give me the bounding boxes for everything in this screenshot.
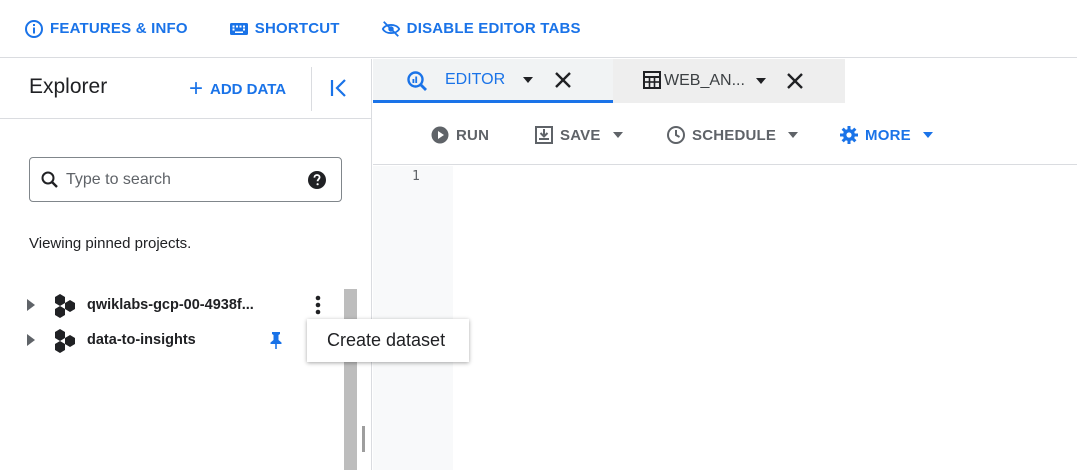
visibility-off-icon xyxy=(381,19,401,39)
project-row[interactable]: qwiklabs-gcp-00-4938f... xyxy=(0,288,340,322)
tab-web-analytics[interactable]: WEB_AN... xyxy=(643,59,843,103)
viewing-pinned-text: Viewing pinned projects. xyxy=(29,235,192,252)
save-button[interactable]: SAVE xyxy=(534,123,623,147)
info-icon xyxy=(24,19,44,39)
more-button[interactable]: MORE xyxy=(839,123,933,147)
shortcut-button[interactable]: SHORTCUT xyxy=(229,11,340,47)
project-row[interactable]: data-to-insights xyxy=(0,323,340,357)
chevron-down-icon[interactable] xyxy=(755,77,767,85)
run-button[interactable]: RUN xyxy=(430,123,489,147)
pin-icon[interactable] xyxy=(266,330,286,350)
explorer-header: Explorer + ADD DATA xyxy=(0,59,371,119)
expand-caret-icon[interactable] xyxy=(24,333,38,347)
features-info-label: FEATURES & INFO xyxy=(50,20,188,37)
scrollbar-track[interactable] xyxy=(344,289,357,470)
query-toolbar: RUN SAVE SCHEDULE MORE xyxy=(373,103,1077,165)
line-number: 1 xyxy=(412,169,420,184)
sql-editor[interactable] xyxy=(453,166,1077,470)
explorer-title: Explorer xyxy=(29,75,108,98)
explorer-panel: Explorer + ADD DATA Viewing pinned proje… xyxy=(0,59,372,470)
search-icon xyxy=(41,171,58,188)
top-bar: FEATURES & INFO SHORTCUT DISABLE EDITOR … xyxy=(0,0,1077,58)
disable-editor-tabs-label: DISABLE EDITOR TABS xyxy=(406,20,581,37)
close-icon[interactable] xyxy=(554,71,572,89)
play-circle-icon xyxy=(431,126,449,144)
save-label: SAVE xyxy=(560,126,601,144)
close-icon[interactable] xyxy=(786,72,804,90)
header-divider xyxy=(311,67,312,111)
keyboard-icon xyxy=(229,19,249,39)
gear-icon xyxy=(840,126,858,144)
project-icon xyxy=(55,329,75,353)
collapse-left-icon xyxy=(330,79,346,97)
project-icon xyxy=(55,294,75,318)
explorer-search xyxy=(29,157,342,202)
run-label: RUN xyxy=(456,126,490,144)
project-name[interactable]: data-to-insights xyxy=(87,332,196,348)
plus-icon: + xyxy=(189,75,204,102)
chevron-down-icon xyxy=(612,132,623,138)
collapse-panel-button[interactable] xyxy=(326,75,352,101)
help-icon[interactable] xyxy=(307,170,327,190)
tab-web-analytics-label: WEB_AN... xyxy=(664,72,745,89)
project-name[interactable]: qwiklabs-gcp-00-4938f... xyxy=(87,297,254,313)
line-number-gutter xyxy=(373,166,453,470)
add-data-button[interactable]: + ADD DATA xyxy=(189,75,286,103)
schedule-button[interactable]: SCHEDULE xyxy=(666,123,799,147)
clock-icon xyxy=(667,126,685,144)
query-icon xyxy=(407,71,427,91)
save-icon xyxy=(535,126,553,144)
chevron-down-icon xyxy=(922,132,933,138)
add-data-label: ADD DATA xyxy=(210,80,287,98)
create-dataset-menu-item[interactable]: Create dataset xyxy=(307,319,469,362)
features-info-button[interactable]: FEATURES & INFO xyxy=(24,11,188,47)
panel-resize-handle[interactable] xyxy=(362,426,365,452)
shortcut-label: SHORTCUT xyxy=(254,20,340,37)
schedule-label: SCHEDULE xyxy=(692,126,777,144)
disable-editor-tabs-button[interactable]: DISABLE EDITOR TABS xyxy=(381,11,581,47)
tab-editor[interactable]: EDITOR xyxy=(373,59,613,103)
chevron-down-icon xyxy=(788,132,799,138)
more-label: MORE xyxy=(865,126,911,144)
more-vert-icon[interactable] xyxy=(308,293,328,317)
tab-editor-label: EDITOR xyxy=(445,70,506,88)
search-input[interactable] xyxy=(66,170,307,189)
editor-tab-bar: EDITOR WEB_AN... xyxy=(373,59,845,103)
chevron-down-icon[interactable] xyxy=(522,76,534,84)
table-icon xyxy=(643,71,661,89)
expand-caret-icon[interactable] xyxy=(24,298,38,312)
